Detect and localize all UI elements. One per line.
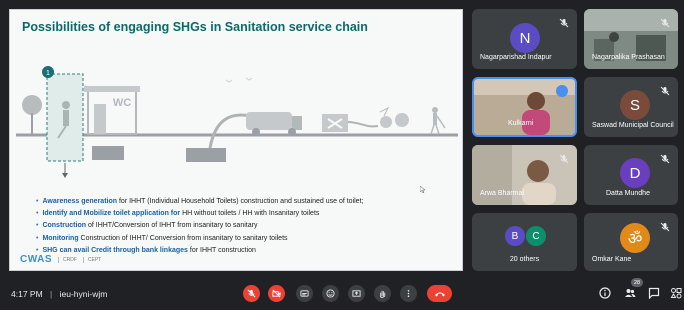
participant-tile-nagarparishad-indapur[interactable]: N Nagarparishad Indapur [472, 9, 577, 69]
avatar: D [620, 158, 650, 188]
sanitation-chain-illustration: 1 WC [16, 66, 458, 178]
captions-icon [300, 290, 309, 297]
avatar: B [505, 226, 525, 246]
more-options-icon [407, 289, 410, 298]
participant-tile-kulkarni[interactable]: Kulkarni [472, 77, 577, 137]
activities-icon[interactable] [670, 287, 682, 299]
emoji-reaction-button[interactable] [322, 285, 339, 302]
avatar: ॐ [620, 223, 650, 253]
participant-name: Saswad Municipal Council [592, 122, 674, 129]
meeting-info: 4:17 PM | ieu-hyni-wjm [11, 289, 107, 299]
cwas-logo: CWAS [20, 254, 52, 265]
more-options-button[interactable] [400, 285, 417, 302]
speaking-indicator-icon [556, 85, 568, 97]
present-screen-button[interactable] [348, 285, 365, 302]
cept-logo: CEPT [82, 256, 101, 263]
septic-pit-2 [186, 148, 226, 162]
camera-toggle-button[interactable] [268, 285, 285, 302]
mic-off-icon [660, 222, 670, 232]
participant-name: Nagarparishad Indapur [480, 54, 552, 61]
participant-name: Omkar Kane [592, 256, 632, 263]
mic-off-icon [660, 18, 670, 28]
wc-label: WC [113, 97, 131, 109]
meeting-stage: Possibilities of engaging SHGs in Sanita… [0, 0, 684, 310]
participant-name: Nagarpalika Prashasan [592, 54, 665, 61]
bottom-control-bar: 4:17 PM | ieu-hyni-wjm [0, 276, 684, 310]
present-icon [352, 290, 361, 297]
participant-tile-nagarpalika-prashasan[interactable]: Nagarpalika Prashasan [584, 9, 678, 69]
end-call-button[interactable] [427, 285, 452, 302]
presentation-slide: Possibilities of engaging SHGs in Sanita… [9, 9, 463, 271]
participant-name: Kulkarni [508, 120, 534, 127]
participant-tile-others[interactable]: B C 20 others [472, 213, 577, 271]
participant-tile-omkar-kane[interactable]: ॐ Omkar Kane [584, 213, 678, 271]
camera-off-icon [272, 289, 281, 298]
separator: | [50, 289, 53, 299]
participant-name: Datta Mundhe [606, 190, 650, 197]
meeting-code: ieu-hyni-wjm [59, 289, 108, 299]
participant-tile-saswad-municipal-council[interactable]: S Saswad Municipal Council [584, 77, 678, 137]
avatar: C [526, 226, 546, 246]
crdf-logo: CRDF [58, 256, 77, 263]
participant-tile-arwa-bharmal[interactable]: Arwa Bharmal [472, 145, 577, 205]
mic-off-icon [247, 289, 256, 298]
raise-hand-icon [380, 290, 386, 298]
slide-title: Possibilities of engaging SHGs in Sanita… [22, 20, 368, 34]
raise-hand-button[interactable] [374, 285, 391, 302]
participant-count-badge: 28 [631, 278, 643, 287]
emoji-icon [326, 289, 335, 298]
avatar: S [620, 90, 650, 120]
bullet-item: Awareness generation for IHHT (Individua… [36, 196, 456, 208]
info-icon[interactable] [599, 287, 611, 299]
people-icon[interactable] [624, 287, 636, 299]
septic-pit-1 [92, 146, 124, 160]
bullet-item: Identify and Mobilize toilet application… [36, 208, 456, 220]
bullet-item: Construction of IHHT/Conversion of IHHT … [36, 220, 456, 232]
participant-name: Arwa Bharmal [480, 190, 524, 197]
step-1-number: 1 [46, 70, 50, 77]
sponsor-logos: CWAS CRDF CEPT [20, 254, 101, 265]
bullet-list: Awareness generation for IHHT (Individua… [36, 196, 456, 257]
mic-toggle-button[interactable] [243, 285, 260, 302]
participant-tile-datta-mundhe[interactable]: D Datta Mundhe [584, 145, 678, 205]
others-count-label: 20 others [509, 256, 540, 263]
tree-icon [22, 95, 42, 115]
mic-off-icon [559, 18, 569, 28]
mic-off-icon [660, 86, 670, 96]
avatar: N [510, 23, 540, 53]
end-call-icon [434, 292, 445, 296]
mic-off-icon [559, 154, 569, 164]
current-time: 4:17 PM [11, 289, 43, 299]
bullet-item: Monitoring Construction of IHHT/ Convers… [36, 233, 456, 245]
desludging-truck-icon [246, 112, 292, 130]
captions-button[interactable] [296, 285, 313, 302]
mouse-cursor-icon [420, 186, 425, 193]
chat-icon[interactable] [648, 287, 660, 299]
mic-off-icon [660, 154, 670, 164]
